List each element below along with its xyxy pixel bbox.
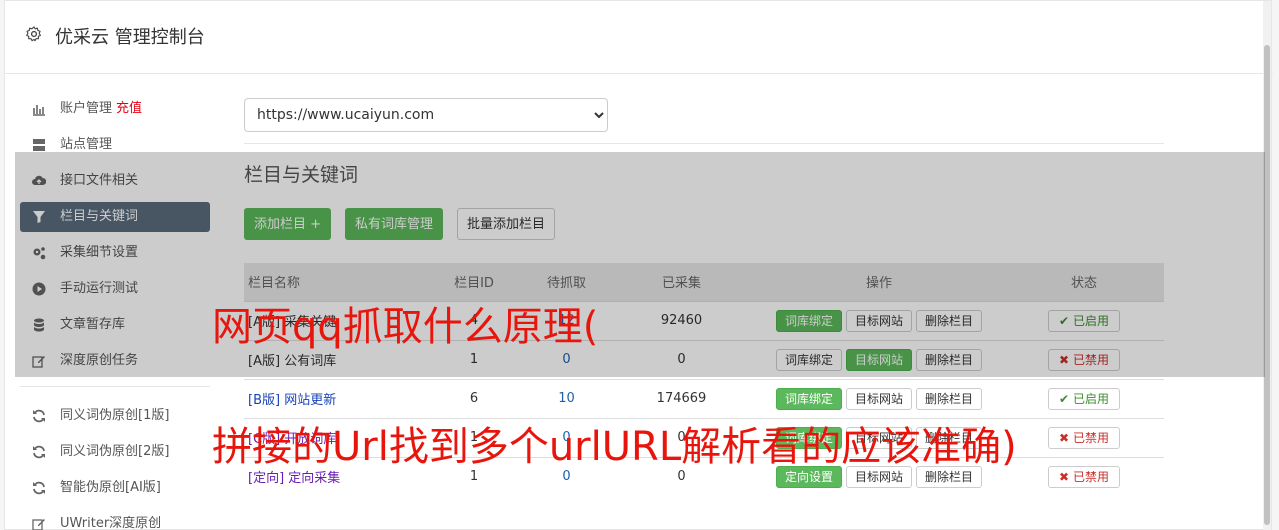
cell-id: 6	[424, 378, 524, 418]
content-divider	[244, 143, 1164, 144]
main-content: https://www.ucaiyun.com 栏目与关键词 添加栏目 + 私有…	[244, 98, 1164, 496]
row-name: 定向采集	[288, 471, 341, 487]
row-name: 网站更新	[284, 393, 337, 408]
sidebar-item-label: 站点管理	[60, 137, 113, 152]
watermark-line-2: 拼接的Url找到多个urlURL解析看的应该准确)	[212, 424, 1017, 470]
bind-lib-button[interactable]: 词库绑定	[775, 387, 842, 410]
target-site-button[interactable]: 目标网站	[845, 387, 912, 410]
status-label: 已禁用	[1072, 430, 1109, 445]
cell-ops: 词库绑定 目标网站 删除栏目	[754, 378, 1004, 418]
sidebar-item-label: 同义词伪原创[1版]	[60, 408, 170, 423]
status-toggle[interactable]: ✖ 已禁用	[1048, 465, 1120, 488]
check-icon: ✔	[1059, 391, 1070, 406]
cell-status: ✖ 已禁用	[1004, 456, 1164, 496]
sidebar-item-ai-original[interactable]: 智能伪原创[AI版]	[20, 473, 210, 503]
gray-overlay	[15, 152, 1265, 377]
cell-pending: 10	[524, 378, 609, 418]
app-header: 优采云 管理控制台	[5, 1, 1273, 74]
sidebar-item-synonym-v2[interactable]: 同义词伪原创[2版]	[20, 437, 210, 467]
gear-icon	[26, 26, 41, 42]
recharge-link[interactable]: 充值	[116, 101, 142, 116]
sidebar-item-uwriter[interactable]: UWriter深度原创	[20, 509, 210, 530]
status-toggle[interactable]: ✔ 已启用	[1048, 387, 1120, 410]
cell-status: ✔ 已启用	[1004, 378, 1164, 418]
cell-name: [B版] 网站更新	[244, 378, 424, 418]
sidebar-item-label: UWriter深度原创	[60, 516, 162, 530]
site-select[interactable]: https://www.ucaiyun.com	[244, 98, 608, 132]
cell-status: ✖ 已禁用	[1004, 417, 1164, 457]
bar-chart-icon	[33, 105, 45, 116]
sidebar-item-synonym-v1[interactable]: 同义词伪原创[1版]	[20, 401, 210, 431]
refresh-icon	[33, 409, 45, 423]
delete-column-button[interactable]: 删除栏目	[916, 387, 983, 410]
edit-icon	[32, 519, 45, 530]
sidebar-divider	[20, 386, 210, 387]
page-title: 优采云 管理控制台	[55, 27, 205, 48]
cross-icon: ✖	[1059, 469, 1070, 484]
row-tag: [B版]	[248, 393, 281, 408]
server-icon	[33, 139, 45, 151]
status-toggle[interactable]: ✖ 已禁用	[1048, 426, 1120, 449]
status-label: 已启用	[1072, 391, 1109, 406]
row-tag: [定向]	[248, 471, 285, 487]
watermark-line-1: 网页qq抓取什么原理(	[212, 304, 599, 350]
cell-collected: 174669	[609, 378, 754, 418]
sidebar-item-label: 智能伪原创[AI版]	[60, 480, 161, 495]
refresh-icon	[33, 481, 45, 495]
sidebar-item-label: 账户管理	[60, 101, 113, 116]
sidebar-item-account[interactable]: 账户管理 充值	[20, 94, 210, 124]
table-row: [B版] 网站更新 6 10 174669 词库绑定 目标网站 删除栏目 ✔ 已启用	[244, 378, 1164, 418]
cross-icon: ✖	[1059, 430, 1070, 445]
sidebar-item-label: 同义词伪原创[2版]	[60, 444, 170, 459]
refresh-icon	[33, 445, 45, 459]
status-label: 已禁用	[1072, 469, 1109, 484]
